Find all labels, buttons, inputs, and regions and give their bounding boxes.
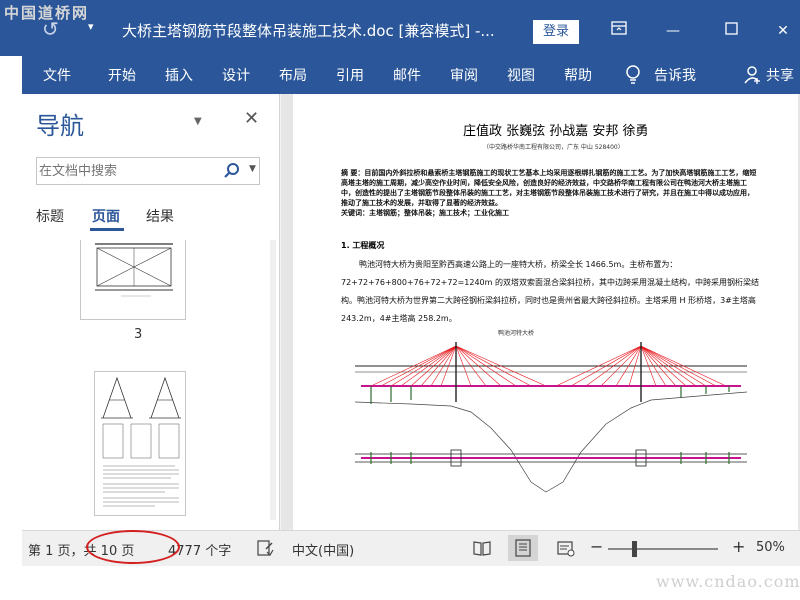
document-abstract: 摘 要：目前国内外斜拉桥和悬索桥主塔钢筋施工的现状工艺基本上均采用逐根绑扎钢筋的… — [341, 168, 759, 218]
search-icon[interactable] — [223, 162, 241, 180]
language-status[interactable]: 中文(中国) — [292, 540, 354, 559]
nav-tab-results[interactable]: 结果 — [146, 206, 174, 226]
proofing-icon[interactable] — [256, 539, 274, 557]
abstract-text: 摘 要：目前国内外斜拉桥和悬索桥主塔钢筋施工的现状工艺基本上均采用逐根绑扎钢筋的… — [341, 169, 757, 207]
nav-options-icon[interactable]: ▼ — [194, 116, 202, 127]
zoom-level[interactable]: 50% — [756, 540, 785, 555]
tab-review[interactable]: 审阅 — [450, 65, 478, 85]
watermark-bottom: www.cndao.com — [656, 572, 800, 591]
login-button[interactable]: 登录 — [533, 20, 579, 44]
nav-tab-active-indicator — [90, 228, 124, 231]
thumbnail-page-number: 3 — [134, 327, 143, 342]
body-paragraph: 鸭池河特大桥为贵阳至黔西高速公路上的一座特大桥，桥梁全长 1466.5m。主桥布… — [341, 260, 759, 323]
nav-close-icon[interactable]: ✕ — [244, 108, 259, 129]
print-layout-icon[interactable] — [508, 535, 538, 561]
document-area: 庄值政 张巍弦 孙战嘉 安邦 徐勇 （中交路桥华南工程有限公司，广东 中山 52… — [281, 94, 800, 530]
section-heading: 1. 工程概况 — [341, 241, 385, 250]
search-options-icon[interactable]: ▼ — [249, 164, 256, 174]
nav-search-input[interactable] — [39, 160, 219, 182]
annotation-ellipse — [86, 530, 180, 564]
maximize-icon[interactable] — [716, 16, 746, 46]
zoom-out-button[interactable]: − — [590, 537, 603, 556]
title-bar: 中国道桥网 ↺ ▾ 大桥主塔钢筋节段整体吊装施工技术.doc [兼容模式] -.… — [0, 0, 800, 56]
tab-mailings[interactable]: 邮件 — [393, 65, 421, 85]
document-affiliation: （中交路桥华南工程有限公司，广东 中山 528400） — [483, 144, 624, 151]
tab-insert[interactable]: 插入 — [165, 65, 193, 85]
navigation-pane: 导航 ▼ ✕ ▼ 标题 页面 结果 3 — [22, 94, 280, 530]
zoom-slider-thumb[interactable] — [632, 541, 637, 557]
tab-file[interactable]: 文件 — [43, 65, 71, 85]
nav-tab-headings[interactable]: 标题 — [36, 206, 64, 226]
tab-help[interactable]: 帮助 — [564, 65, 592, 85]
share-label[interactable]: 共享 — [766, 65, 794, 85]
close-icon[interactable]: ✕ — [768, 16, 798, 46]
ribbon-tabs: 文件 开始 插入 设计 布局 引用 邮件 审阅 视图 帮助 告诉我 共享 — [0, 56, 800, 94]
nav-pane-title: 导航 — [36, 112, 84, 140]
ribbon-display-icon[interactable] — [604, 16, 634, 46]
page-thumbnail-4[interactable] — [94, 371, 186, 516]
document-authors: 庄值政 张巍弦 孙战嘉 安邦 徐勇 — [463, 124, 649, 139]
keywords-text: 关键词：主塔钢筋；整体吊装；施工技术；工业化施工 — [341, 209, 509, 217]
nav-scrollbar[interactable] — [270, 240, 276, 520]
tab-view[interactable]: 视图 — [507, 65, 535, 85]
tell-me-label[interactable]: 告诉我 — [654, 65, 696, 85]
read-mode-icon[interactable] — [472, 539, 491, 557]
quick-access-more-icon[interactable]: ▾ — [88, 20, 94, 33]
lightbulb-icon[interactable] — [624, 64, 642, 86]
tab-design[interactable]: 设计 — [222, 65, 250, 85]
minimize-icon[interactable]: — — [658, 16, 688, 46]
tab-references[interactable]: 引用 — [336, 65, 364, 85]
tab-home[interactable]: 开始 — [108, 65, 136, 85]
tab-layout[interactable]: 布局 — [279, 65, 307, 85]
window-edge — [0, 56, 22, 566]
undo-icon[interactable]: ↺ — [42, 18, 64, 40]
bridge-figure — [351, 332, 751, 530]
document-page[interactable]: 庄值政 张巍弦 孙战嘉 安邦 徐勇 （中交路桥华南工程有限公司，广东 中山 52… — [293, 94, 798, 530]
web-layout-icon[interactable] — [556, 539, 575, 557]
nav-tab-pages[interactable]: 页面 — [92, 206, 120, 226]
share-person-icon[interactable] — [744, 64, 762, 86]
zoom-slider[interactable] — [608, 548, 718, 550]
nav-search-box[interactable]: ▼ — [36, 157, 260, 185]
zoom-in-button[interactable]: + — [732, 537, 745, 556]
page-thumbnail-3[interactable] — [80, 240, 186, 320]
document-title: 大桥主塔钢筋节段整体吊装施工技术.doc [兼容模式] -... — [122, 22, 495, 40]
